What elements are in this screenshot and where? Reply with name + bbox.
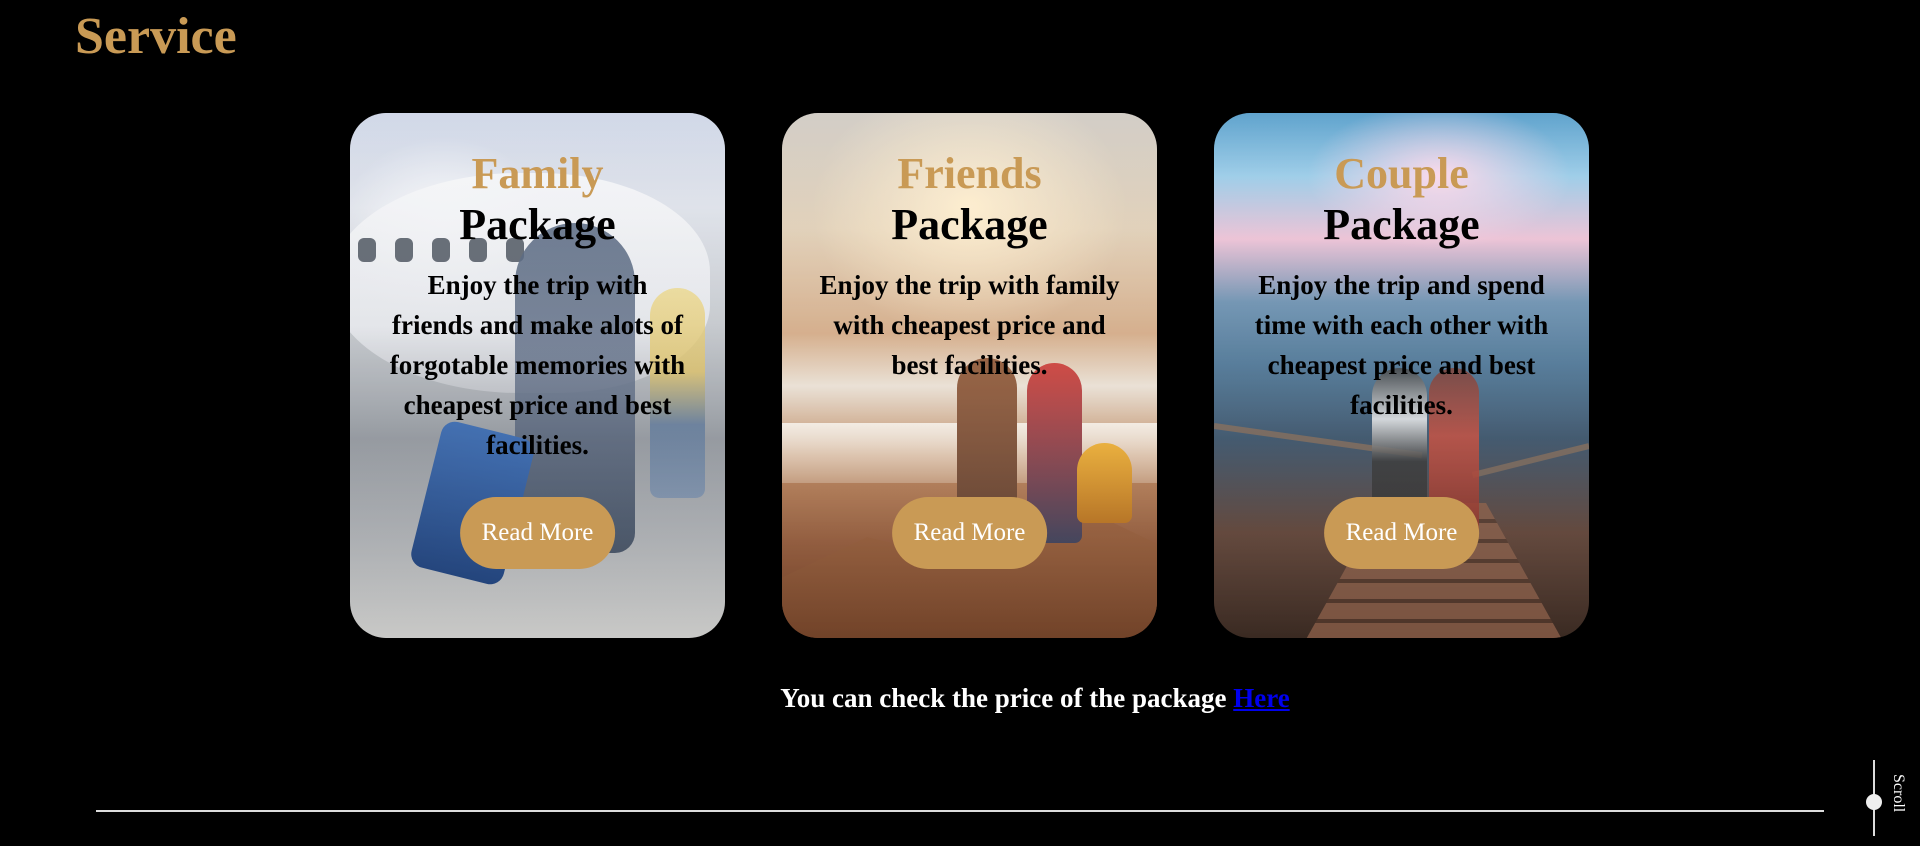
price-note-text: You can check the price of the package (780, 683, 1234, 713)
card-description: Enjoy the trip with family with cheapest… (819, 270, 1120, 380)
scroll-indicator-knob[interactable] (1866, 794, 1882, 810)
card-subheading: Package (891, 200, 1048, 249)
card-description: Enjoy the trip with friends and make alo… (389, 270, 686, 460)
card-heading: Couple (1334, 149, 1469, 198)
footer-divider (96, 810, 1824, 812)
card-heading: Friends (897, 149, 1042, 198)
card-content: Couple Package Enjoy the trip and spend … (1214, 149, 1589, 425)
family-read-more-button[interactable]: Read More (459, 497, 616, 569)
card-description: Enjoy the trip and spend time with each … (1254, 270, 1549, 420)
card-content: Friends Package Enjoy the trip with fami… (782, 149, 1157, 385)
price-here-link[interactable]: Here (1233, 683, 1289, 713)
couple-package-card: Couple Package Enjoy the trip and spend … (1214, 113, 1589, 638)
friends-package-card: Friends Package Enjoy the trip with fami… (782, 113, 1157, 638)
package-cards: Family Package Enjoy the trip with frien… (350, 113, 1589, 638)
family-package-card: Family Package Enjoy the trip with frien… (350, 113, 725, 638)
card-subheading: Package (1323, 200, 1480, 249)
section-title: Service (75, 8, 237, 65)
scroll-label: Scroll (1890, 774, 1907, 813)
card-heading: Family (471, 149, 604, 198)
friends-read-more-button[interactable]: Read More (891, 497, 1048, 569)
card-subheading: Package (459, 200, 616, 249)
card-content: Family Package Enjoy the trip with frien… (350, 149, 725, 465)
couple-read-more-button[interactable]: Read More (1323, 497, 1480, 569)
price-note: You can check the price of the package H… (0, 678, 1920, 718)
